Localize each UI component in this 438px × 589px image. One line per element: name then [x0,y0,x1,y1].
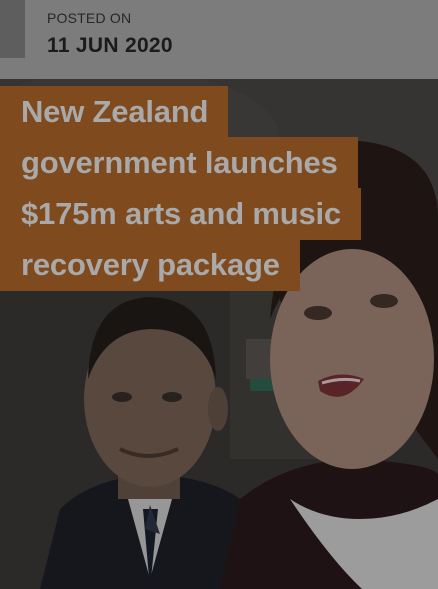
headline-line: New Zealand [0,86,430,138]
headline-line: recovery package [0,239,430,291]
headline[interactable]: New Zealand government launches $175m ar… [0,86,430,291]
date-accent [0,0,25,58]
headline-text[interactable]: recovery package [0,239,300,291]
posted-date: 11 JUN 2020 [47,34,173,57]
headline-text[interactable]: New Zealand [0,86,229,138]
headline-text[interactable]: $175m arts and music [0,188,361,240]
headline-line: $175m arts and music [0,188,430,240]
headline-line: government launches [0,137,430,189]
posted-on-label: POSTED ON [47,10,132,26]
headline-text[interactable]: government launches [0,137,358,189]
news-card[interactable]: POSTED ON 11 JUN 2020 New Zealand govern… [0,0,438,589]
date-bar: POSTED ON 11 JUN 2020 [0,0,438,79]
